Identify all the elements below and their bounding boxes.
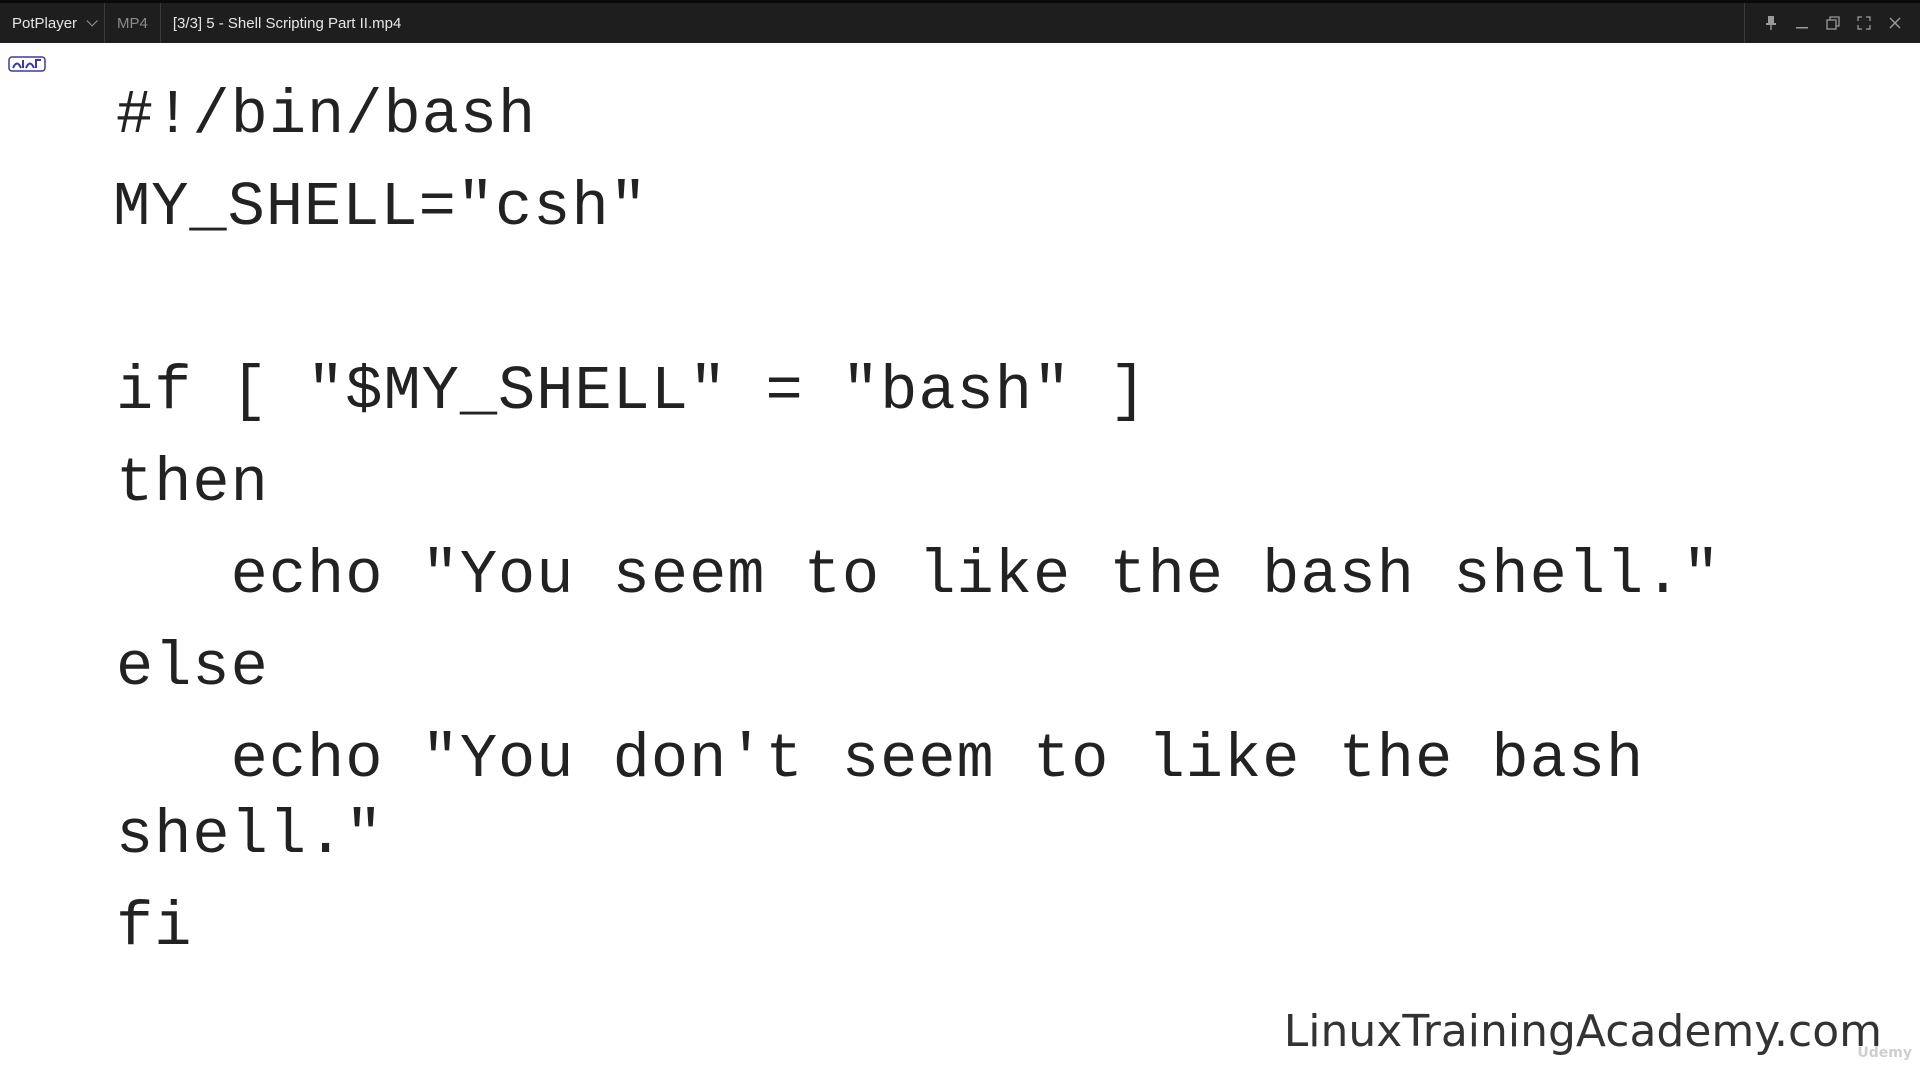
chevron-down-icon: [86, 15, 98, 27]
minimize-button[interactable]: [1786, 3, 1817, 43]
restore-icon: [1825, 16, 1840, 30]
titlebar-left: PotPlayer MP4 [3/3] 5 - Shell Scripting …: [0, 3, 413, 43]
code-line: echo "You seem to like the bash shell.": [116, 540, 1721, 611]
pin-icon: [1765, 16, 1776, 30]
app-name: PotPlayer: [12, 14, 78, 32]
format-label: MP4: [105, 3, 161, 43]
code-line: #!/bin/bash: [116, 80, 537, 151]
fullscreen-button[interactable]: [1848, 3, 1879, 43]
file-title: [3/3] 5 - Shell Scripting Part II.mp4: [172, 14, 402, 32]
site-watermark: LinuxTrainingAcademy.com: [1283, 1006, 1882, 1057]
code-line: if [ "$MY_SHELL" = "bash" ]: [116, 356, 1148, 427]
udemy-badge: Udemy: [1857, 1045, 1912, 1061]
code-line: echo "You don't seem to like the bash: [116, 724, 1645, 795]
code-line: fi: [116, 892, 193, 963]
pin-button[interactable]: [1755, 3, 1786, 43]
window-controls: [1744, 3, 1920, 43]
code-line: else: [116, 632, 269, 703]
player-titlebar: PotPlayer MP4 [3/3] 5 - Shell Scripting …: [0, 0, 1920, 43]
code-line: then: [116, 448, 269, 519]
restore-button[interactable]: [1817, 3, 1848, 43]
close-button[interactable]: [1879, 3, 1910, 43]
code-line: shell.": [116, 800, 384, 871]
minimize-icon: [1795, 27, 1808, 29]
code-listing: #!/bin/bash MY_SHELL="csh" if [ "$MY_SHE…: [0, 43, 1720, 959]
app-menu-button[interactable]: PotPlayer: [0, 3, 106, 43]
fullscreen-icon: [1856, 16, 1871, 30]
close-icon: [1889, 17, 1900, 29]
code-line: MY_SHELL="csh": [113, 172, 648, 243]
video-frame[interactable]: #!/bin/bash MY_SHELL="csh" if [ "$MY_SHE…: [0, 43, 1920, 1080]
